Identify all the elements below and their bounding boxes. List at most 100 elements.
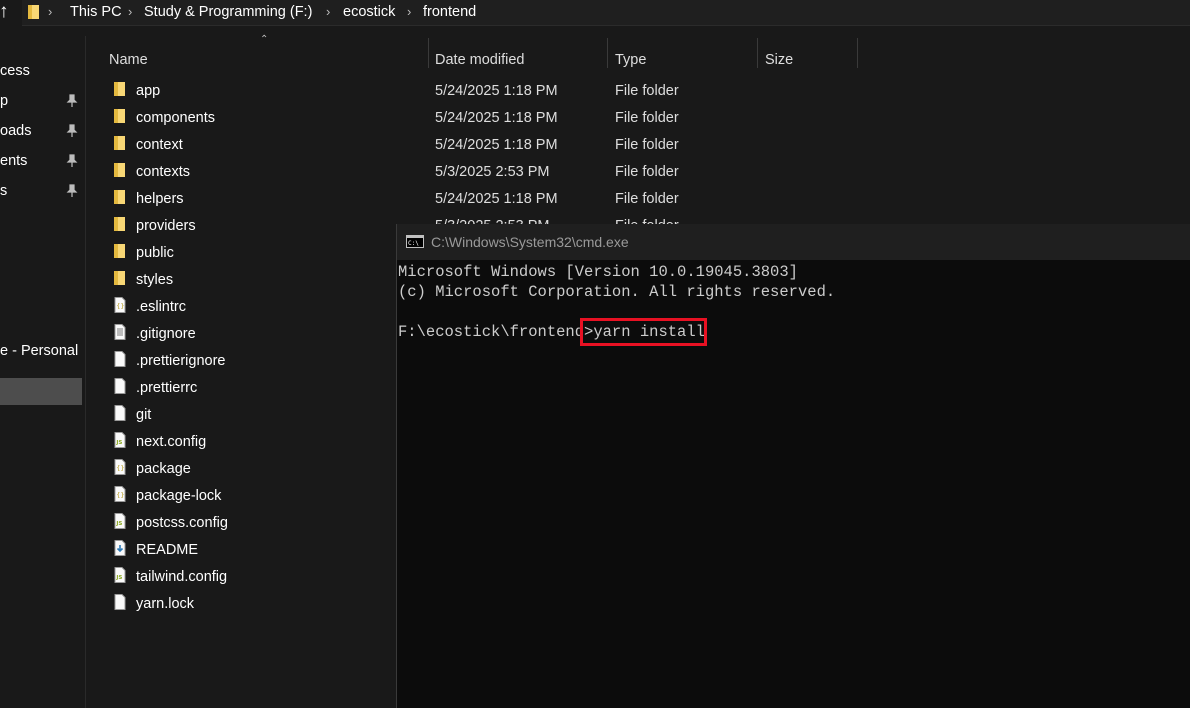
json-file-icon: {} [114,486,126,502]
file-row[interactable]: helpers 5/24/2025 1:18 PM File folder [108,185,1108,212]
folder-icon [114,217,125,231]
file-name: providers [136,218,196,234]
file-name: package [136,461,191,477]
folder-icon [114,136,125,150]
folder-icon [114,190,125,204]
cmd-window[interactable]: C:\ C:\Windows\System32\cmd.exe Microsof… [396,224,1190,708]
file-name: .gitignore [136,326,196,342]
file-name: helpers [136,191,184,207]
cmd-title: C:\Windows\System32\cmd.exe [431,234,629,250]
column-divider[interactable] [757,38,758,68]
nav-item-pictures[interactable]: s [0,179,82,205]
blank-file-icon [114,351,126,367]
json-file-icon: {} [114,459,126,475]
address-bar: ↑ › This PC › Study & Programming (F:) ›… [0,0,1190,26]
command-highlight-box [580,318,707,346]
nav-item-label: cess [0,63,30,79]
file-type: File folder [615,83,679,99]
file-name: components [136,110,215,126]
nav-item-downloads[interactable]: oads [0,119,82,145]
svg-text:{}: {} [116,491,124,499]
pin-icon [66,154,78,167]
breadcrumb-ecostick[interactable]: ecostick [343,4,395,20]
nav-item-onedrive[interactable]: e - Personal [0,339,82,365]
pin-icon [66,94,78,107]
file-row[interactable]: components 5/24/2025 1:18 PM File folder [108,104,1108,131]
blank-file-icon [114,405,126,421]
file-type: File folder [615,164,679,180]
chevron-right-icon[interactable]: › [326,4,330,19]
up-arrow-icon[interactable]: ↑ [0,2,9,22]
chevron-right-icon[interactable]: › [48,4,52,19]
blank-file-icon [114,594,126,610]
nav-item-documents[interactable]: ents [0,149,82,175]
column-header-size[interactable]: Size [765,52,793,68]
svg-text:{}: {} [116,464,124,472]
folder-icon [114,109,125,123]
svg-text:JS: JS [115,575,122,581]
column-divider[interactable] [857,38,858,68]
breadcrumb-this-pc[interactable]: This PC [70,4,122,20]
pin-icon [66,124,78,137]
folder-icon [114,163,125,177]
breadcrumb[interactable]: › This PC › Study & Programming (F:) › e… [22,0,1190,26]
file-name: .prettierrc [136,380,198,396]
file-date-modified: 5/3/2025 2:53 PM [435,164,550,180]
file-name: .eslintrc [136,299,186,315]
file-name: git [136,407,152,423]
folder-icon [28,5,39,19]
folder-icon [114,271,125,285]
column-divider[interactable] [428,38,429,68]
blank-file-icon [114,378,126,394]
column-header-date-modified[interactable]: Date modified [435,52,524,68]
file-type: File folder [615,110,679,126]
cmd-title-bar[interactable]: C:\ C:\Windows\System32\cmd.exe [397,224,1190,260]
nav-item-label: p [0,93,9,109]
file-name: context [136,137,183,153]
file-date-modified: 5/24/2025 1:18 PM [435,137,558,153]
js-file-icon: JS [114,567,126,583]
column-divider[interactable] [607,38,608,68]
nav-item-label: s [0,183,8,199]
nav-item-label: e - Personal [0,343,79,359]
nav-item-this-pc-selected[interactable] [0,378,82,405]
svg-text:C:\: C:\ [408,240,419,247]
svg-text:JS: JS [115,521,122,527]
file-date-modified: 5/24/2025 1:18 PM [435,191,558,207]
navigation-pane: cess p oads ents s e - Personal [0,36,86,708]
chevron-right-icon[interactable]: › [407,4,411,19]
file-row[interactable]: context 5/24/2025 1:18 PM File folder [108,131,1108,158]
file-name: app [136,83,161,99]
svg-text:{}: {} [116,302,124,310]
folder-icon [114,244,125,258]
text-file-icon [114,324,126,340]
file-name: next.config [136,434,207,450]
file-name: yarn.lock [136,596,195,612]
file-row[interactable]: contexts 5/3/2025 2:53 PM File folder [108,158,1108,185]
nav-item-label: ents [0,153,28,169]
nav-item-desktop[interactable]: p [0,89,82,115]
console-line: Microsoft Windows [Version 10.0.19045.38… [398,263,798,281]
file-row[interactable]: app 5/24/2025 1:18 PM File folder [108,77,1108,104]
breadcrumb-drive[interactable]: Study & Programming (F:) [144,4,312,20]
nav-item-quick-access[interactable]: cess [0,59,82,85]
folder-icon [114,82,125,96]
file-name: contexts [136,164,190,180]
column-header-type[interactable]: Type [615,52,646,68]
sort-ascending-icon: ⌃ [260,34,269,45]
file-type: File folder [615,137,679,153]
cmd-console[interactable]: Microsoft Windows [Version 10.0.19045.38… [397,260,1190,708]
file-name: .prettierignore [136,353,226,369]
column-header-name[interactable]: Name [109,52,148,68]
js-file-icon: JS [114,513,126,529]
pin-icon [66,184,78,197]
file-type: File folder [615,191,679,207]
svg-text:JS: JS [115,440,122,446]
file-name: package-lock [136,488,222,504]
console-line: (c) Microsoft Corporation. All rights re… [398,283,836,301]
nav-item-label: oads [0,123,32,139]
cmd-icon: C:\ [406,235,424,248]
chevron-right-icon[interactable]: › [128,4,132,19]
breadcrumb-frontend[interactable]: frontend [423,4,476,20]
file-date-modified: 5/24/2025 1:18 PM [435,110,558,126]
